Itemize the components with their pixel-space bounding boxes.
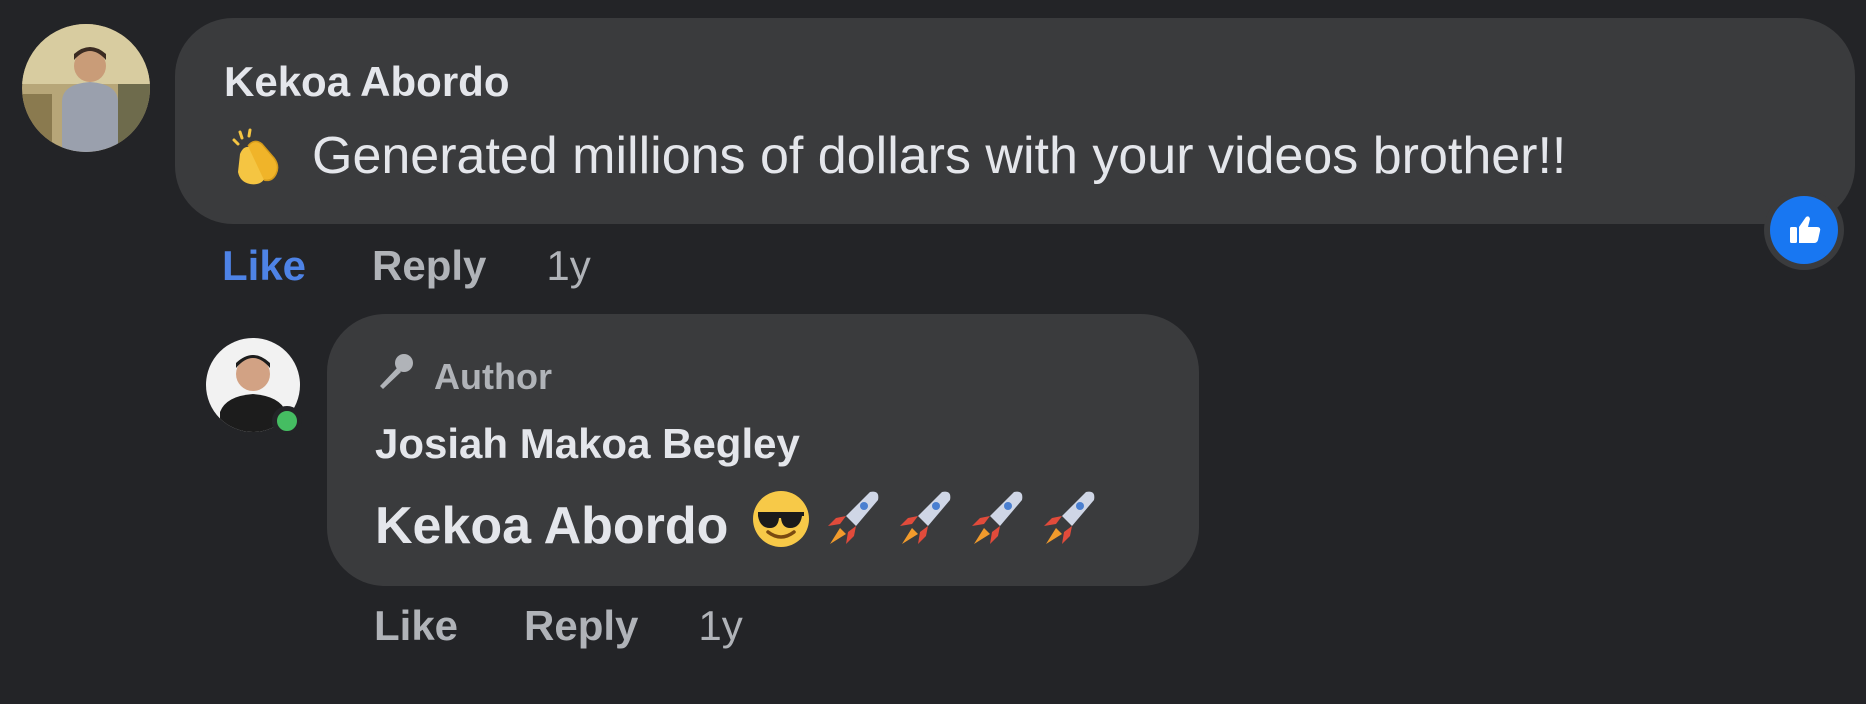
comment-bubble	[175, 18, 1855, 224]
commenter-avatar[interactable]	[22, 24, 150, 152]
comment-body: Generated millions of dollars with your …	[226, 124, 1566, 188]
reaction-badge[interactable]	[1764, 190, 1844, 270]
reply-button[interactable]: Reply	[372, 242, 486, 290]
comment-timestamp[interactable]: 1y	[546, 242, 590, 290]
reply-body: Kekoa Abordo	[375, 486, 1102, 565]
reply-author-name[interactable]: Josiah Makoa Begley	[375, 420, 800, 468]
commenter-name[interactable]: Kekoa Abordo	[224, 58, 509, 106]
reply-timestamp[interactable]: 1y	[698, 602, 742, 650]
reply-like-button[interactable]: Like	[374, 602, 458, 650]
microphone-icon	[372, 348, 420, 405]
comment-thread: Kekoa Abordo Generated millions of dolla…	[0, 0, 1866, 704]
comment-actions: Like Reply 1y	[222, 242, 591, 290]
rocket-icon	[1034, 486, 1102, 565]
rocket-icon	[818, 486, 886, 565]
comment-text: Generated millions of dollars with your …	[312, 127, 1567, 185]
online-status-dot	[272, 406, 302, 436]
clapping-hands-icon	[226, 124, 290, 188]
like-button[interactable]: Like	[222, 242, 306, 290]
author-badge-label: Author	[434, 355, 552, 397]
reply-reply-button[interactable]: Reply	[524, 602, 638, 650]
author-badge: Author	[372, 348, 552, 405]
rocket-icon	[962, 486, 1030, 565]
reply-actions: Like Reply 1y	[374, 602, 743, 650]
rocket-icon	[890, 486, 958, 565]
reply-emojis	[748, 486, 1102, 565]
smiling-face-with-sunglasses-icon	[748, 486, 814, 565]
mention-link[interactable]: Kekoa Abordo	[375, 496, 728, 556]
like-icon	[1770, 196, 1838, 264]
